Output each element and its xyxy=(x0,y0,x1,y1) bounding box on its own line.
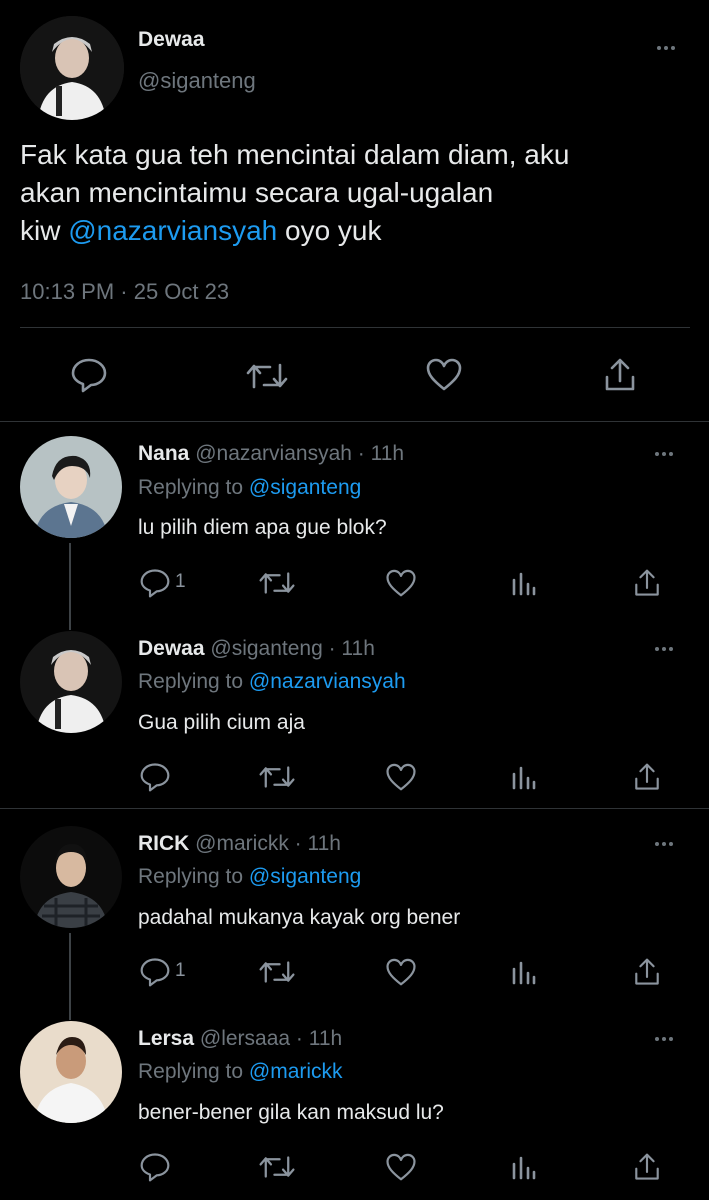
display-name[interactable]: RICK xyxy=(138,832,189,855)
replying-label: Replying to xyxy=(138,1060,249,1083)
retweet-icon[interactable] xyxy=(258,1154,296,1180)
like-icon[interactable] xyxy=(385,763,417,792)
mention-link[interactable]: @siganteng xyxy=(249,476,361,499)
replying-label: Replying to xyxy=(138,865,249,888)
reply-icon[interactable] xyxy=(139,568,171,598)
views-icon[interactable] xyxy=(511,959,537,985)
reply-header: Dewaa @siganteng · 11h xyxy=(138,637,375,661)
reply-icon[interactable] xyxy=(139,957,171,987)
reply-icon[interactable] xyxy=(139,1152,171,1182)
replying-to: Replying to @marickk xyxy=(138,1060,343,1084)
avatar[interactable] xyxy=(20,16,124,120)
mention-link[interactable]: @nazarviansyah xyxy=(249,670,406,693)
display-name[interactable]: Lersa xyxy=(138,1027,194,1050)
reply-header: RICK @marickk · 11h xyxy=(138,832,341,856)
avatar[interactable] xyxy=(20,1021,122,1123)
mention-link[interactable]: @siganteng xyxy=(249,865,361,888)
like-icon[interactable] xyxy=(385,958,417,987)
share-icon[interactable] xyxy=(633,762,661,792)
handle-time[interactable]: @siganteng · 11h xyxy=(205,637,375,660)
more-icon[interactable] xyxy=(655,452,673,456)
tweet-text-line: akan mencintaimu secara ugal-ugalan xyxy=(20,177,494,208)
reply-count: 1 xyxy=(175,960,186,981)
share-icon[interactable] xyxy=(633,957,661,987)
handle-time[interactable]: @lersaaa · 11h xyxy=(194,1027,342,1050)
divider xyxy=(20,327,690,328)
handle[interactable]: @siganteng xyxy=(138,68,256,94)
display-name[interactable]: Dewaa xyxy=(138,28,205,52)
retweet-icon[interactable] xyxy=(245,361,289,391)
display-name[interactable]: Nana xyxy=(138,442,189,465)
divider xyxy=(0,421,709,422)
retweet-icon[interactable] xyxy=(258,764,296,790)
tweet-text: Fak kata gua teh mencintai dalam diam, a… xyxy=(20,136,690,250)
views-icon[interactable] xyxy=(511,570,537,596)
thread-line xyxy=(69,543,71,630)
views-icon[interactable] xyxy=(511,1154,537,1180)
replying-label: Replying to xyxy=(138,476,249,499)
avatar[interactable] xyxy=(20,436,122,538)
tweet-text-line: Fak kata gua teh mencintai dalam diam, a… xyxy=(20,139,570,170)
divider xyxy=(0,808,709,809)
handle-time[interactable]: @marickk · 11h xyxy=(189,832,341,855)
reply-count: 1 xyxy=(175,571,186,592)
like-icon[interactable] xyxy=(425,358,463,392)
avatar[interactable] xyxy=(20,826,122,928)
reply-header: Lersa @lersaaa · 11h xyxy=(138,1027,342,1051)
share-icon[interactable] xyxy=(633,1152,661,1182)
retweet-icon[interactable] xyxy=(258,959,296,985)
reply-text: lu pilih diem apa gue blok? xyxy=(138,516,387,539)
reply-text: padahal mukanya kayak org bener xyxy=(138,906,461,929)
replying-to: Replying to @siganteng xyxy=(138,476,361,500)
share-icon[interactable] xyxy=(633,568,661,598)
reply-icon[interactable] xyxy=(70,357,108,393)
replying-label: Replying to xyxy=(138,670,249,693)
more-icon[interactable] xyxy=(655,1037,673,1041)
reply-icon[interactable] xyxy=(139,762,171,792)
mention-link[interactable]: @nazarviansyah xyxy=(68,215,277,246)
like-icon[interactable] xyxy=(385,569,417,598)
reply-text: bener-bener gila kan maksud lu? xyxy=(138,1101,444,1124)
timestamp[interactable]: 10:13 PM · 25 Oct 23 xyxy=(20,279,229,305)
retweet-icon[interactable] xyxy=(258,570,296,596)
replying-to: Replying to @siganteng xyxy=(138,865,361,889)
more-icon[interactable] xyxy=(657,46,675,50)
tweet-text-segment: oyo yuk xyxy=(277,215,382,246)
like-icon[interactable] xyxy=(385,1153,417,1182)
reply-header: Nana @nazarviansyah · 11h xyxy=(138,442,404,466)
replying-to: Replying to @nazarviansyah xyxy=(138,670,406,694)
thread-line xyxy=(69,933,71,1020)
views-icon[interactable] xyxy=(511,764,537,790)
display-name[interactable]: Dewaa xyxy=(138,637,205,660)
mention-link[interactable]: @marickk xyxy=(249,1060,343,1083)
tweet-text-segment: kiw xyxy=(20,215,69,246)
more-icon[interactable] xyxy=(655,647,673,651)
tweet-text-line: kiw @nazarviansyah oyo yuk xyxy=(20,212,690,250)
share-icon[interactable] xyxy=(603,357,637,393)
reply-text: Gua pilih cium aja xyxy=(138,711,305,734)
avatar[interactable] xyxy=(20,631,122,733)
more-icon[interactable] xyxy=(655,842,673,846)
handle-time[interactable]: @nazarviansyah · 11h xyxy=(189,442,404,465)
